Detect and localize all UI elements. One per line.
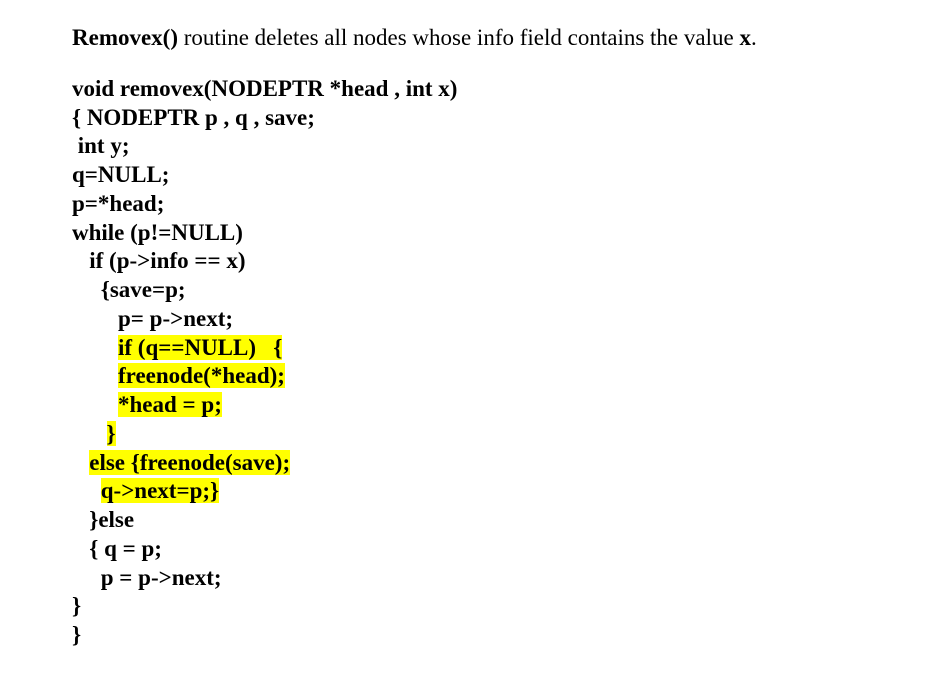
code-line: p = p->next; <box>72 564 858 593</box>
highlighted-code: if (q==NULL) { <box>118 335 282 360</box>
code-line: *head = p; <box>72 391 858 420</box>
code-line: { q = p; <box>72 535 858 564</box>
fn-name: Removex() <box>72 25 178 50</box>
code-line: while (p!=NULL) <box>72 219 858 248</box>
highlighted-code: } <box>107 421 116 446</box>
intro-rest: routine deletes all nodes whose info fie… <box>178 25 739 50</box>
code-line: else {freenode(save); <box>72 449 858 478</box>
intro-period: . <box>751 25 757 50</box>
code-line: if (p->info == x) <box>72 247 858 276</box>
code-line: q->next=p;} <box>72 477 858 506</box>
code-line: { NODEPTR p , q , save; <box>72 104 858 133</box>
code-line: q=NULL; <box>72 161 858 190</box>
highlighted-code: freenode(*head); <box>118 363 285 388</box>
code-line: int y; <box>72 132 858 161</box>
code-line: } <box>72 420 858 449</box>
var-x: x <box>739 25 751 50</box>
code-line: } <box>72 592 858 621</box>
code-line: }else <box>72 506 858 535</box>
code-line: } <box>72 621 858 650</box>
highlighted-code: *head = p; <box>118 392 222 417</box>
code-line: {save=p; <box>72 276 858 305</box>
code-line: freenode(*head); <box>72 362 858 391</box>
code-block: void removex(NODEPTR *head , int x) { NO… <box>72 75 858 650</box>
intro-text: Removex() routine deletes all nodes whos… <box>72 24 858 53</box>
code-line: void removex(NODEPTR *head , int x) <box>72 75 858 104</box>
highlighted-code: else {freenode(save); <box>89 450 290 475</box>
highlighted-code: q->next=p;} <box>101 478 219 503</box>
code-line: if (q==NULL) { <box>72 334 858 363</box>
code-line: p=*head; <box>72 190 858 219</box>
code-line: p= p->next; <box>72 305 858 334</box>
